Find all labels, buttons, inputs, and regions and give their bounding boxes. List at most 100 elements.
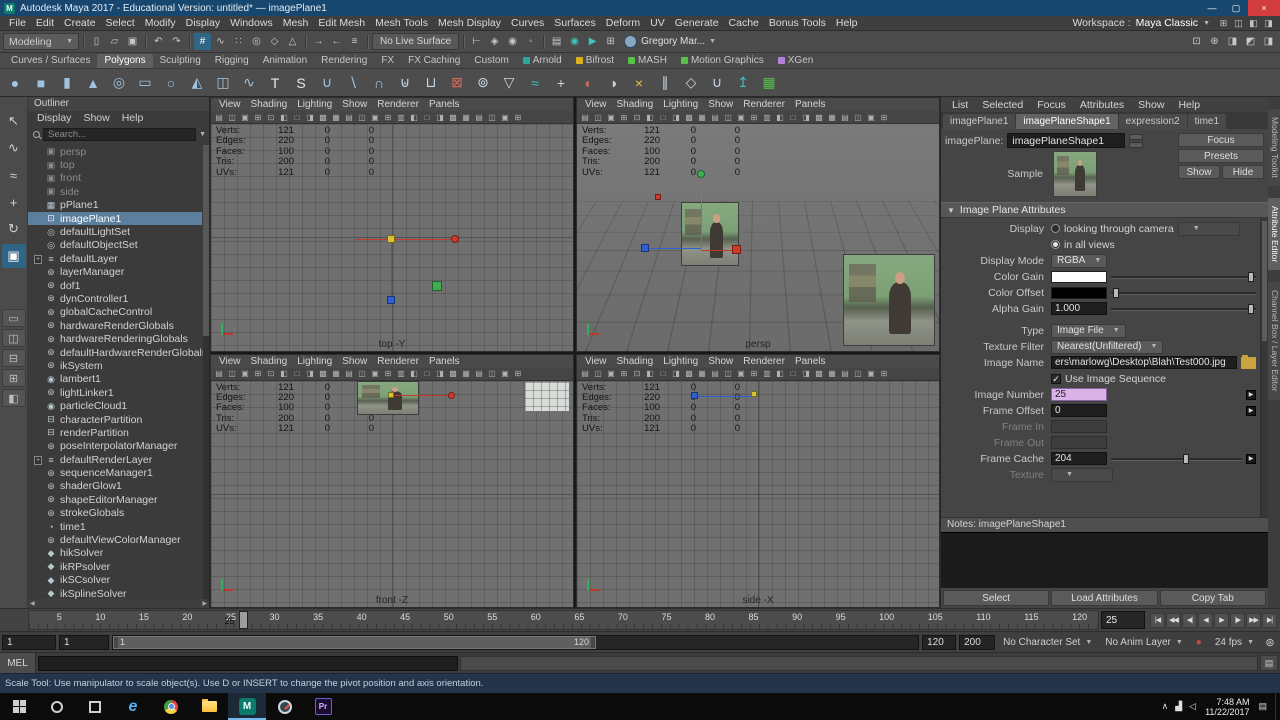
move-manipulator-z-handle[interactable] [387, 296, 395, 304]
frame-cache-field[interactable]: 204 [1051, 452, 1107, 465]
display-mode-dropdown[interactable]: RGBA ▼ [1051, 253, 1108, 268]
safe-title-icon[interactable]: ⊞ [382, 368, 394, 379]
frame-cache-slider[interactable] [1111, 453, 1242, 465]
film-gate-icon[interactable]: ▩ [317, 112, 329, 123]
lock-camera-icon[interactable]: ◫ [592, 368, 604, 379]
section-image-plane-attributes[interactable]: ▼ Image Plane Attributes [941, 202, 1268, 218]
attribute-editor-tab[interactable]: imagePlaneShape1 [1016, 114, 1118, 129]
outliner-item[interactable]: ⊛ shapeEditorManager [28, 493, 202, 506]
resolution-gate-icon[interactable]: ▦ [330, 112, 342, 123]
reference-grid-object[interactable] [524, 380, 570, 412]
input-connections-icon[interactable]: → [310, 33, 327, 50]
frame-selection-icon[interactable]: ◧ [774, 112, 786, 123]
current-frame-marker[interactable]: 25 [225, 611, 248, 629]
shadows-toggle-icon[interactable]: ◨ [434, 112, 446, 123]
snap-to-grids-icon[interactable]: # [194, 33, 211, 50]
gate-mask-icon[interactable]: ▤ [343, 112, 355, 123]
frame-all-icon[interactable]: ▥ [395, 368, 407, 379]
move-manipulator-z-axis[interactable] [391, 243, 392, 299]
extrude-icon[interactable]: ↥ [731, 71, 755, 95]
outliner-menu-item[interactable]: Help [116, 112, 150, 124]
image-plane-preview[interactable] [843, 254, 935, 346]
compass-app-icon[interactable] [266, 693, 304, 720]
outliner-item[interactable]: ⊛ lightLinker1 [28, 386, 202, 399]
poly-disc-icon[interactable]: ○ [159, 71, 183, 95]
sculpt-icon[interactable]: ◖ [575, 71, 599, 95]
account-menu[interactable]: Gregory Mar... ▼ [624, 35, 716, 48]
wireframe-on-shaded-icon[interactable]: ⊞ [512, 112, 524, 123]
menu-item[interactable]: File [4, 17, 31, 29]
outliner-item[interactable]: ◉ particleCloud1 [28, 399, 202, 412]
move-manipulator-z-handle[interactable] [641, 244, 649, 252]
panel-layout-icon[interactable]: ◫ [1231, 17, 1246, 30]
outliner-menu-item[interactable]: Show [77, 112, 115, 124]
lock-camera-icon[interactable]: ◫ [592, 112, 604, 123]
viewport-menu-item[interactable]: Panels [790, 99, 831, 110]
viewport-top[interactable]: View Shading Lighting Show Renderer Panels ▤ ◫… [210, 97, 574, 352]
move-manipulator-center[interactable] [388, 391, 394, 398]
shelf-tab[interactable]: Arnold [516, 54, 569, 68]
menu-item[interactable]: Mesh Display [433, 17, 506, 29]
outliner-item[interactable]: ⊛ defaultHardwareRenderGlobals [28, 346, 207, 359]
render-settings-icon[interactable]: ⊞ [602, 33, 619, 50]
outliner-item[interactable]: ⊛ dof1 [28, 279, 202, 292]
boolean-union-icon[interactable]: ∪ [315, 71, 339, 95]
viewport-menu-item[interactable]: Show [703, 356, 738, 367]
outliner-item[interactable]: ⊛ ikSystem [28, 359, 202, 372]
viewport-canvas[interactable]: Verts:12100Edges:22000Faces:10000Tris:20… [577, 124, 939, 351]
alpha-gain-field[interactable]: 1.000 [1051, 302, 1107, 315]
viewport-side[interactable]: View Shading Lighting Show Renderer Panels ▤ ◫… [576, 353, 940, 608]
sidebar-vertical-tab[interactable]: Modeling Toolkit [1268, 109, 1280, 186]
motion-blur-toggle-icon[interactable]: ▦ [460, 112, 472, 123]
expand-toggle[interactable] [34, 455, 45, 464]
svg-tool-icon[interactable]: S [289, 71, 313, 95]
color-gain-slider[interactable] [1111, 271, 1256, 283]
image-plane-preview[interactable] [357, 380, 419, 415]
shadows-toggle-icon[interactable]: ◨ [800, 112, 812, 123]
bookmarks-icon[interactable]: ⊞ [252, 112, 264, 123]
workspace-options-icon[interactable]: ⊞ [1216, 17, 1231, 30]
poly-sphere-icon[interactable]: ● [3, 71, 27, 95]
in-all-views-radio[interactable] [1051, 240, 1060, 249]
shelf-tab[interactable]: Sculpting [153, 54, 208, 68]
task-view-icon[interactable] [76, 693, 114, 720]
outliner-item[interactable]: ▣ side [28, 185, 202, 198]
viewport-front[interactable]: View Shading Lighting Show Renderer Panels ▤ ◫… [210, 353, 574, 608]
shelf-tab[interactable]: Motion Graphics [674, 54, 771, 68]
range-slider-track[interactable]: 1 120 [112, 634, 920, 650]
color-offset-swatch[interactable] [1051, 286, 1107, 299]
cortana-search-icon[interactable] [38, 693, 76, 720]
outliner-item[interactable]: ⊛ strokeGlobals [28, 507, 202, 520]
select-camera-icon[interactable]: ▤ [579, 368, 591, 379]
viewport-menu-item[interactable]: Shading [246, 356, 293, 367]
file-explorer-icon[interactable] [190, 693, 228, 720]
viewport-menu-item[interactable]: Renderer [372, 99, 424, 110]
image-name-field[interactable]: ers\marlowg\Desktop\Blah\Test000.jpg [1051, 356, 1237, 369]
resolution-gate-icon[interactable]: ▦ [330, 368, 342, 379]
safe-action-icon[interactable]: ▣ [735, 368, 747, 379]
range-slider-handle[interactable]: 1 120 [113, 635, 597, 649]
attribute-editor-menu-item[interactable]: Show [1131, 99, 1171, 111]
type-dropdown[interactable]: Image File ▼ [1051, 323, 1126, 338]
poly-cone-icon[interactable]: ▲ [81, 71, 105, 95]
viewport-canvas[interactable]: Verts:12100Edges:22000Faces:10000Tris:20… [211, 124, 573, 351]
camera-attributes-icon[interactable]: ▣ [239, 368, 251, 379]
browse-folder-icon[interactable] [1241, 354, 1256, 369]
attribute-editor-tab[interactable]: imagePlane1 [943, 114, 1016, 129]
shelf-tab[interactable]: Animation [256, 54, 314, 68]
minimize-icon[interactable]: — [1200, 0, 1224, 16]
outliner-item[interactable]: ⊟ renderPartition [28, 426, 202, 439]
taskbar-clock[interactable]: 7:48 AM 11/22/2017 [1205, 697, 1249, 717]
bookmarks-icon[interactable]: ⊞ [618, 368, 630, 379]
workspace-selector[interactable]: Workspace : Maya Classic ▼ [1072, 17, 1210, 29]
menu-item[interactable]: UV [645, 17, 670, 29]
grid-toggle-icon[interactable]: ◨ [670, 112, 682, 123]
field-chart-icon[interactable]: ◫ [356, 368, 368, 379]
outliner-item[interactable]: ≡ defaultLayer [28, 252, 202, 265]
frame-offset-field[interactable]: 0 [1051, 404, 1107, 417]
film-gate-icon[interactable]: ▩ [683, 112, 695, 123]
connection-icon[interactable]: ▶ [1246, 453, 1256, 464]
save-scene-icon[interactable]: ▣ [124, 33, 141, 50]
connection-icon[interactable]: ▶ [1246, 405, 1256, 416]
lighting-toggle-icon[interactable]: □ [421, 112, 433, 123]
